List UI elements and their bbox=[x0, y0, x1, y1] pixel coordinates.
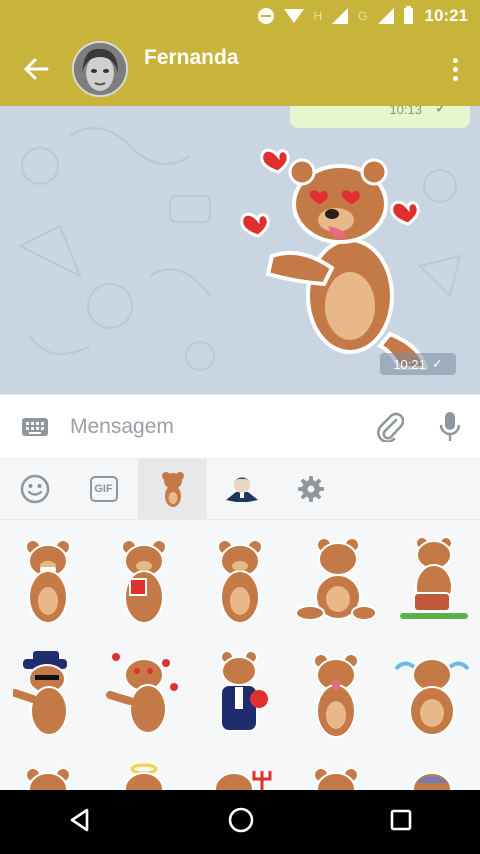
smiley-icon bbox=[20, 474, 49, 504]
circle-home-icon bbox=[228, 807, 254, 832]
sticker-grid bbox=[0, 520, 480, 790]
settings-tab[interactable] bbox=[276, 458, 345, 520]
dot bbox=[452, 66, 458, 72]
gif-icon: GIF bbox=[89, 476, 118, 502]
keyboard-button[interactable] bbox=[0, 417, 70, 437]
sticker-bear-hat[interactable] bbox=[0, 638, 96, 750]
sticker-bear-angel[interactable] bbox=[96, 752, 192, 790]
sticker-bear-devil[interactable] bbox=[192, 752, 288, 790]
do-not-disturb-icon bbox=[257, 8, 274, 24]
triangle-back-icon bbox=[70, 808, 89, 831]
message-input[interactable]: Mensagem bbox=[70, 415, 360, 439]
battery-icon bbox=[403, 6, 413, 24]
sticker-timestamp: 10:21 ✓ bbox=[380, 353, 456, 375]
keyboard-icon bbox=[22, 417, 48, 436]
network-type-label: G bbox=[358, 9, 368, 23]
sticker-bear-gift[interactable] bbox=[96, 524, 192, 636]
bear-love-sticker[interactable] bbox=[240, 146, 450, 371]
attach-button[interactable] bbox=[360, 412, 420, 442]
signal-icon bbox=[377, 8, 394, 24]
gear-icon bbox=[297, 476, 324, 502]
status-icons: H G bbox=[257, 6, 413, 24]
sticker-bear-cake[interactable] bbox=[384, 524, 480, 636]
clock: 10:21 bbox=[424, 6, 468, 25]
network-type-label: H bbox=[313, 9, 323, 23]
chat-toolbar: Fernanda bbox=[0, 32, 480, 106]
back-nav-button[interactable] bbox=[67, 807, 93, 838]
sticker-bear-sitting[interactable] bbox=[288, 524, 384, 636]
wifi-icon bbox=[283, 9, 304, 23]
chat-area[interactable]: 10:13 ✓ 10:21 ✓ bbox=[0, 106, 480, 394]
bear-sticker-icon bbox=[161, 472, 184, 507]
contact-name[interactable]: Fernanda bbox=[144, 46, 430, 70]
dot bbox=[452, 57, 458, 63]
previous-message-bubble[interactable]: 10:13 ✓ bbox=[290, 106, 470, 128]
signal-icon bbox=[332, 8, 349, 24]
back-button[interactable] bbox=[0, 32, 72, 106]
recents-nav-button[interactable] bbox=[389, 808, 413, 837]
sticker-bear-crying[interactable] bbox=[384, 638, 480, 750]
avatar[interactable] bbox=[72, 41, 128, 97]
more-options-button[interactable] bbox=[430, 32, 480, 106]
bear-pack-tab[interactable] bbox=[138, 458, 207, 520]
sticker-bear-in-love[interactable] bbox=[96, 638, 192, 750]
sticker-time: 10:21 bbox=[393, 356, 426, 372]
sticker-bear-tuxedo[interactable] bbox=[192, 638, 288, 750]
arrow-left-icon bbox=[23, 58, 49, 80]
sticker-tabs: GIF bbox=[0, 458, 480, 520]
sticker-bear-tongue[interactable] bbox=[288, 638, 384, 750]
man-pack-tab[interactable] bbox=[207, 458, 276, 520]
dot bbox=[452, 75, 458, 81]
square-recents-icon bbox=[390, 809, 412, 830]
voice-record-button[interactable] bbox=[420, 411, 480, 443]
message-input-bar: Mensagem bbox=[0, 394, 480, 458]
status-bar: H G 10:21 bbox=[0, 0, 480, 32]
sticker-bear-wave[interactable] bbox=[192, 524, 288, 636]
paperclip-icon bbox=[377, 412, 404, 442]
message-time: 10:13 bbox=[389, 106, 422, 117]
emoji-tab[interactable] bbox=[0, 458, 69, 520]
sticker-bear-sleepy[interactable] bbox=[384, 752, 480, 790]
home-nav-button[interactable] bbox=[227, 806, 255, 839]
sticker-bear-grin[interactable] bbox=[0, 524, 96, 636]
read-check-icon: ✓ bbox=[431, 356, 443, 371]
cartoon-man-icon bbox=[225, 477, 258, 502]
sticker-bear-blush[interactable] bbox=[288, 752, 384, 790]
sticker-bear-sad[interactable] bbox=[0, 752, 96, 790]
android-navigation-bar bbox=[0, 790, 480, 854]
read-check-icon: ✓ bbox=[434, 106, 448, 117]
microphone-icon bbox=[439, 411, 461, 441]
gif-label: GIF bbox=[94, 483, 113, 495]
gif-tab[interactable]: GIF bbox=[69, 458, 138, 520]
